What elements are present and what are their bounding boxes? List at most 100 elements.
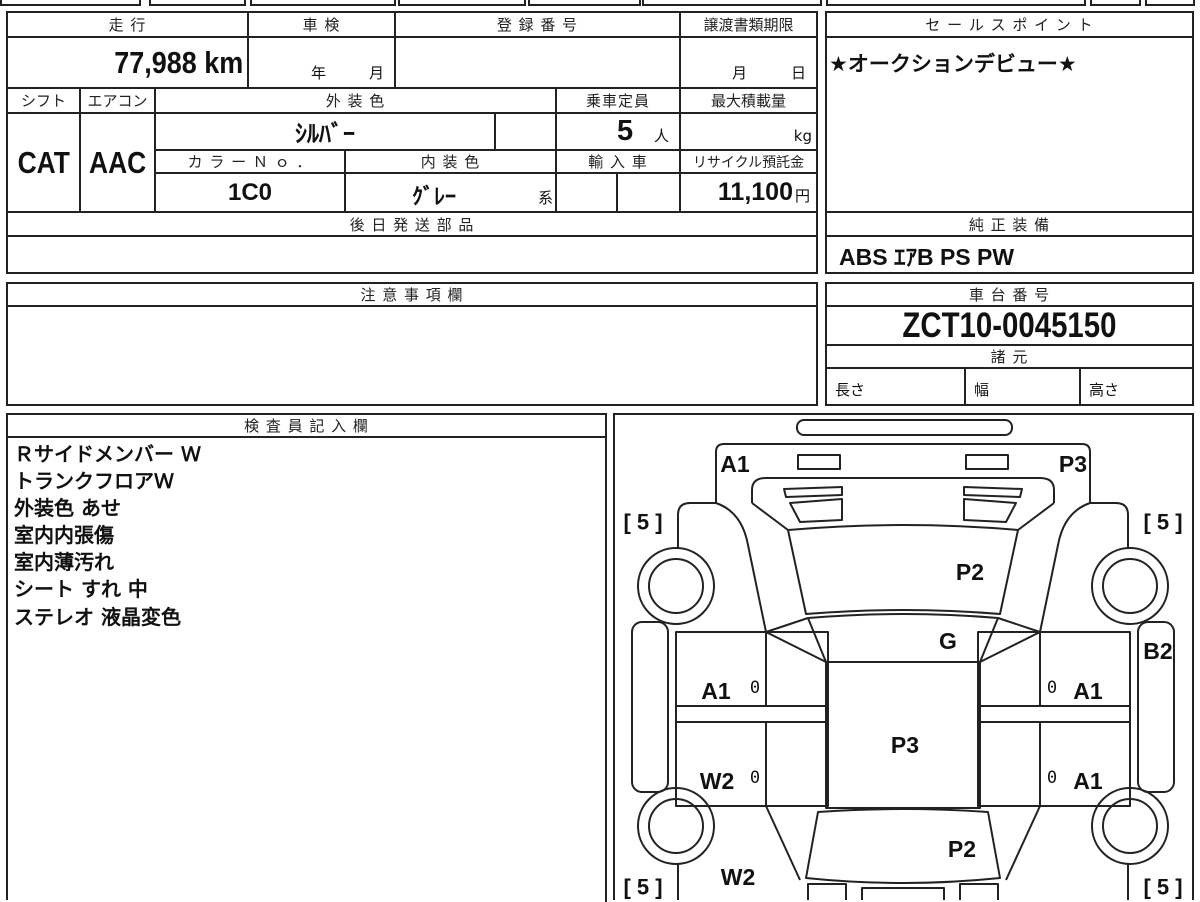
recycle-fee-unit: 円	[794, 187, 810, 205]
c-pillar-left	[715, 502, 767, 633]
chassis-number-cell: ZCT10-0045150	[827, 307, 1194, 346]
car-diagram: A1 P3 [ 5 ] [ 5 ] P2 G B2 A1 0 0 A1 P3 W…	[623, 419, 1183, 900]
damage-marks: A1 P3 [ 5 ] [ 5 ] P2 G B2 A1 0 0 A1 P3 W…	[623, 451, 1182, 900]
transfer-month-unit: 月	[732, 64, 748, 82]
damage-map-panel: A1 P3 [ 5 ] [ 5 ] P2 G B2 A1 0 0 A1 P3 W…	[613, 413, 1194, 900]
top-strip-box	[0, 0, 141, 6]
damage-mark: [ 5 ]	[623, 875, 662, 900]
recycle-fee-value-cell: 11,100 円	[681, 174, 818, 213]
spec-height-label: 高さ	[1089, 381, 1120, 399]
damage-mark: B2	[1143, 638, 1172, 664]
inspection-year-unit: 年	[311, 64, 327, 82]
quarter-glass-left-upper	[783, 486, 843, 498]
inspector-note-line: 室内薄汚れ	[14, 550, 114, 574]
damage-mark: 0	[750, 678, 760, 698]
deferred-parts-value-cell	[8, 237, 818, 274]
inspector-note-line: トランクフロアＷ	[14, 469, 174, 493]
mileage-reading: 77,988 km	[114, 45, 243, 81]
top-strip-box	[250, 0, 396, 6]
color-no-value: 1C0	[227, 178, 273, 206]
rear-deck-line-right	[1017, 502, 1055, 531]
mileage-label: 走 行	[8, 13, 249, 38]
specs-label: 諸 元	[827, 346, 1194, 369]
body-side-right-rear	[1090, 502, 1129, 548]
damage-mark: A1	[720, 451, 750, 477]
rear-body-outline	[715, 443, 1091, 503]
aircon-value-cell: AAC	[81, 114, 156, 213]
chassis-number: ZCT10-0045150	[902, 307, 1117, 345]
damage-mark: P2	[948, 836, 976, 862]
damage-mark: P2	[956, 559, 984, 585]
mileage-value-cell: 77,988 km	[8, 38, 249, 89]
aircon-label: エアコン	[81, 89, 156, 114]
top-strip-box	[826, 0, 1086, 6]
chassis-label: 車 台 番 号	[827, 284, 1194, 307]
damage-mark: A1	[1073, 768, 1103, 794]
damage-mark: A1	[1073, 678, 1103, 704]
wheel-front-left	[637, 787, 715, 865]
notes-content	[8, 307, 818, 406]
interior-color-value: ｸﾞﾚｰ	[412, 185, 457, 210]
damage-mark: P3	[891, 732, 919, 758]
rear-spoiler	[796, 419, 1013, 436]
inspection-label: 車 検	[249, 13, 396, 38]
hood-part-right	[959, 883, 999, 900]
inspection-month-unit: 月	[369, 64, 385, 82]
spec-width-label: 幅	[974, 381, 990, 399]
quarter-glass-right-lower	[963, 498, 1017, 523]
top-strip-box	[149, 0, 246, 6]
seating-capacity-value-cell: 5 人	[557, 114, 681, 151]
interior-color-suffix: 系	[538, 189, 554, 207]
trunk-lid	[751, 477, 1055, 503]
interior-color-value-cell: ｸﾞﾚｰ 系	[346, 174, 557, 213]
exterior-color-extra-cell	[496, 114, 557, 151]
inspector-note-line: シート すれ 中	[14, 577, 148, 601]
spec-length-label: 長さ	[835, 381, 866, 399]
rear-lamp-left	[797, 454, 841, 470]
recycle-fee-label: リサイクル預託金	[681, 151, 818, 174]
sales-point-content: ★オークションデビュー★	[827, 38, 1194, 213]
max-load-unit: kg	[793, 127, 812, 145]
mileage-number: 77,988	[114, 44, 197, 80]
sales-point-label: セ ー ル ス ポ イ ン ト	[827, 13, 1194, 38]
spec-width-cell: 幅	[966, 369, 1081, 406]
imported-label: 輸 入 車	[557, 151, 681, 174]
damage-mark: [ 5 ]	[1143, 510, 1182, 535]
registration-label: 登 録 番 号	[396, 13, 681, 38]
sales-point-text: ★オークションデビュー★	[829, 52, 1077, 76]
roof-link-right	[997, 617, 1041, 633]
damage-mark: [ 5 ]	[1143, 875, 1182, 900]
interior-color-label: 内 装 色	[346, 151, 557, 174]
hood-part-left	[807, 883, 847, 900]
wheel-rear-left	[637, 547, 715, 625]
recycle-fee-value: 11,100	[717, 178, 793, 206]
inspector-note-line: 外装色 あせ	[14, 496, 121, 520]
damage-mark: 0	[750, 768, 760, 788]
top-strip-box	[642, 0, 822, 6]
inspection-value-cell: 年 月	[249, 38, 396, 89]
transfer-day-unit: 日	[791, 64, 807, 82]
notes-label: 注 意 事 項 欄	[8, 284, 818, 307]
shift-label: シフト	[8, 89, 81, 114]
spec-height-cell: 高さ	[1081, 369, 1194, 406]
deferred-parts-label: 後 日 発 送 部 品	[8, 213, 818, 237]
front-fender-line-left	[765, 805, 801, 881]
shift-value: CAT	[17, 144, 70, 180]
seating-capacity-label: 乗車定員	[557, 89, 681, 114]
hood-part-center	[861, 887, 945, 900]
inspector-note-line: Ｒサイドメンバー Ｗ	[14, 442, 201, 466]
aircon-value: AAC	[88, 144, 147, 180]
quarter-glass-right-upper	[963, 486, 1023, 498]
roof-link-left	[765, 617, 809, 633]
side-panel-left	[631, 621, 669, 793]
top-strip-box	[1090, 0, 1141, 6]
registration-value-cell	[396, 38, 681, 89]
top-strip-box	[1145, 0, 1195, 6]
inspector-notes-label: 検 査 員 記 入 欄	[8, 415, 607, 438]
rear-lamp-right	[965, 454, 1009, 470]
rear-glass-panel	[807, 613, 999, 663]
imported-extra-cell	[618, 174, 681, 213]
sales-point-panel: セ ー ル ス ポ イ ン ト ★オークションデビュー★ 純 正 装 備 ABS…	[825, 11, 1194, 274]
shift-value-cell: CAT	[8, 114, 81, 213]
top-strip-box	[528, 0, 641, 6]
